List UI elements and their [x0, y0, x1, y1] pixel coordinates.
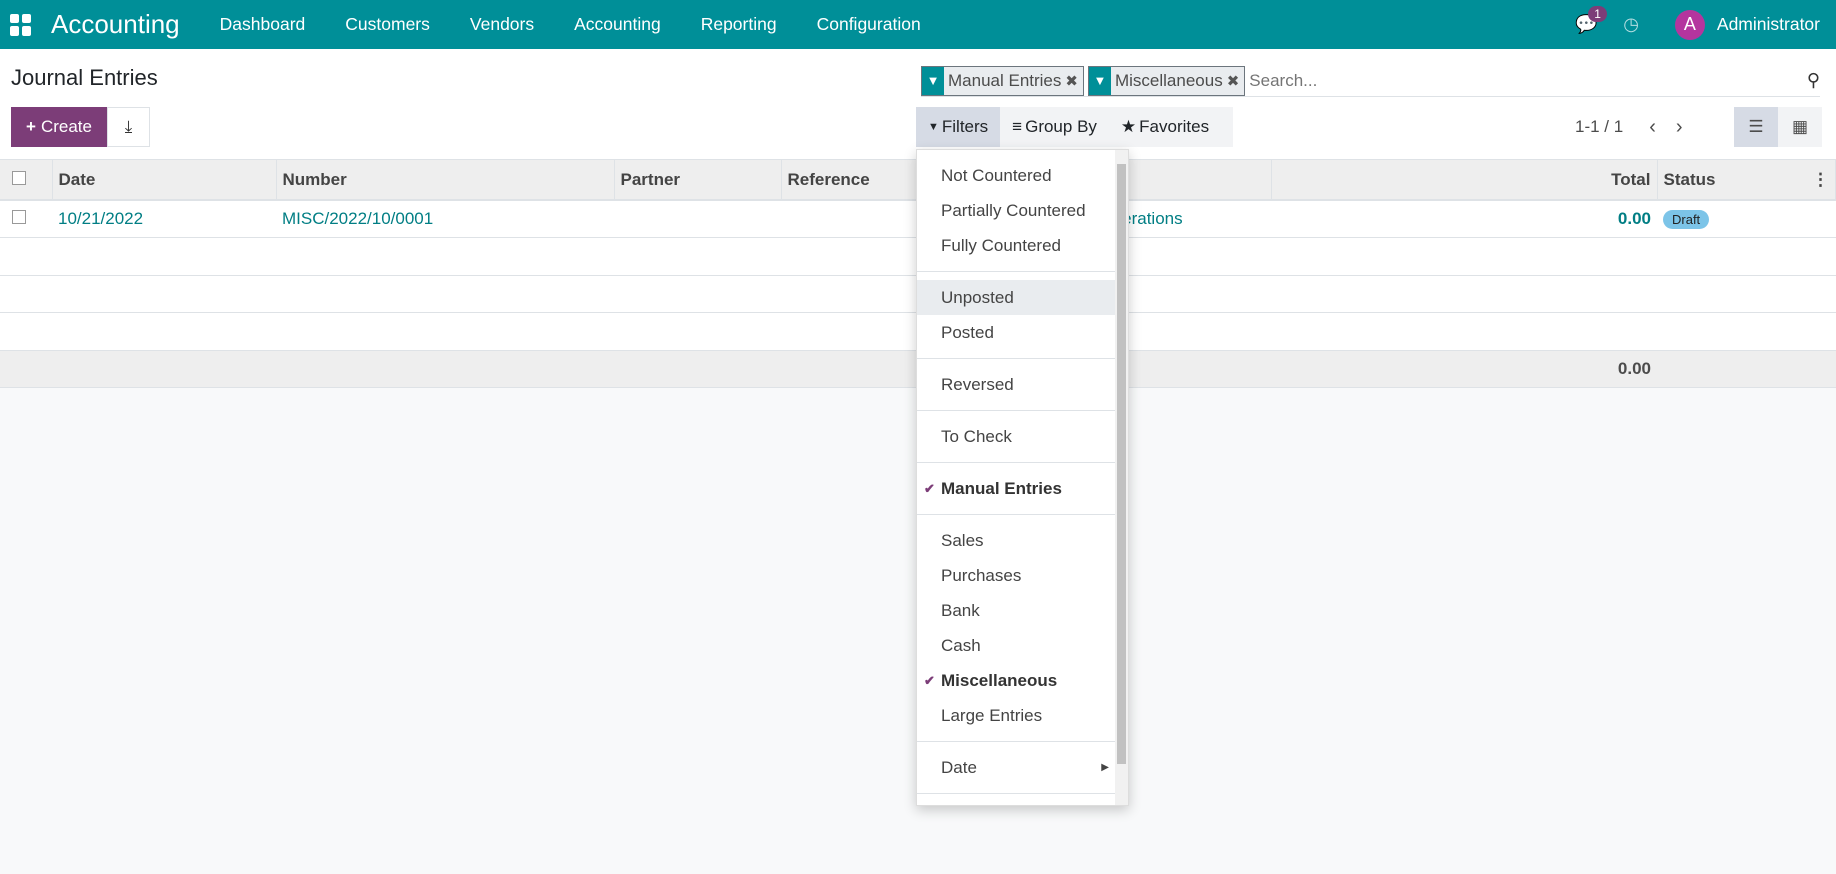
menu-dashboard[interactable]: Dashboard	[220, 14, 306, 35]
download-button[interactable]: ⤓	[107, 107, 150, 147]
create-button[interactable]: + Create	[11, 107, 107, 147]
filter-date[interactable]: Date ▶	[917, 750, 1117, 785]
search-input[interactable]	[1249, 70, 1807, 91]
menu-vendors[interactable]: Vendors	[470, 14, 534, 35]
kanban-view-button[interactable]: ▦	[1778, 107, 1822, 147]
avatar[interactable]: A	[1674, 9, 1705, 40]
facet-label: Miscellaneous	[1114, 70, 1223, 90]
filter-manual-entries[interactable]: ✔ Manual Entries	[917, 471, 1117, 506]
list-icon: ☰	[1748, 117, 1764, 136]
filter-posted[interactable]: Posted	[917, 315, 1117, 350]
facet-label: Manual Entries	[948, 70, 1062, 90]
menu-customers[interactable]: Customers	[345, 14, 430, 35]
filter-unposted[interactable]: Unposted	[917, 280, 1117, 315]
create-label: Create	[40, 117, 92, 136]
filter-cash[interactable]: Cash	[917, 628, 1117, 663]
filter-large-entries[interactable]: Large Entries	[917, 698, 1117, 733]
group-by-label: Group By	[1025, 117, 1097, 136]
messages-button[interactable]: 💬 1	[1575, 0, 1611, 49]
row-checkbox[interactable]	[12, 210, 26, 224]
filter-icon: ▼	[922, 66, 944, 95]
group-by-button[interactable]: ≡ Group By	[1000, 107, 1109, 147]
filter-to-check[interactable]: To Check	[917, 419, 1117, 454]
view-switcher: ☰ ▦	[1734, 107, 1822, 147]
list-view-button[interactable]: ☰	[1734, 107, 1778, 147]
clock-icon[interactable]: ◷	[1623, 14, 1639, 35]
search-options: ▼ Filters ≡ Group By ★ Favorites	[916, 107, 1233, 147]
apps-menu-icon[interactable]	[10, 13, 32, 36]
filter-reversed[interactable]: Reversed	[917, 367, 1117, 402]
filters-button[interactable]: ▼ Filters	[916, 107, 1001, 147]
search-icon[interactable]: ⚲	[1807, 70, 1820, 91]
filter-sales[interactable]: Sales	[917, 523, 1117, 558]
download-icon: ⤓	[124, 117, 133, 136]
facet-miscellaneous: ▼ Miscellaneous ✖	[1087, 65, 1246, 96]
row-number[interactable]: MISC/2022/10/0001	[276, 200, 614, 238]
control-panel: Journal Entries + Create ⤓ ▼ Manual Entrie…	[0, 49, 1836, 160]
options-icon[interactable]: ⋮	[1812, 170, 1829, 190]
filter-fully-countered[interactable]: Fully Countered	[917, 228, 1117, 263]
messages-badge: 1	[1588, 6, 1607, 22]
divider	[917, 271, 1117, 272]
menu-accounting[interactable]: Accounting	[574, 14, 661, 35]
row-total: 0.00	[1271, 200, 1657, 238]
filter-partially-countered[interactable]: Partially Countered	[917, 193, 1117, 228]
col-status[interactable]: Status ⋮	[1657, 160, 1836, 201]
col-number[interactable]: Number	[276, 160, 615, 201]
remove-facet-icon[interactable]: ✖	[1065, 72, 1083, 90]
divider	[917, 358, 1117, 359]
page-title: Journal Entries	[11, 65, 158, 90]
divider	[917, 514, 1117, 515]
top-navbar: Accounting Dashboard Customers Vendors A…	[0, 0, 1836, 49]
favorites-label: Favorites	[1139, 117, 1210, 136]
filter-not-countered[interactable]: Not Countered	[917, 158, 1117, 193]
search-bar: ▼Manual Entries✖ ▼Miscellaneous✖ ⚲	[921, 65, 1820, 97]
chevron-right-icon[interactable]: ›	[1676, 116, 1683, 139]
row-date[interactable]: 10/21/2022	[52, 200, 276, 238]
col-partner[interactable]: Partner	[614, 160, 782, 201]
caret-right-icon: ▶	[1101, 762, 1109, 773]
status-badge: Draft	[1663, 210, 1710, 229]
footer-total: 0.00	[1271, 350, 1657, 388]
filter-icon: ▼	[928, 121, 939, 133]
filter-bank[interactable]: Bank	[917, 593, 1117, 628]
facet-manual-entries: ▼ Manual Entries ✖	[921, 65, 1084, 96]
user-name[interactable]: Administrator	[1717, 14, 1820, 35]
chevron-left-icon[interactable]: ‹	[1649, 116, 1656, 139]
grid-icon: ▦	[1791, 117, 1809, 136]
check-icon: ✔	[924, 672, 935, 688]
menu-reporting[interactable]: Reporting	[701, 14, 777, 35]
pager-value[interactable]: 1-1 / 1	[1575, 117, 1623, 137]
star-icon: ★	[1120, 117, 1137, 136]
favorites-button[interactable]: ★ Favorites	[1109, 107, 1221, 147]
bars-icon: ≡	[1012, 117, 1023, 136]
col-date[interactable]: Date	[52, 160, 277, 201]
dropdown-scrollbar[interactable]	[1115, 150, 1128, 805]
col-total[interactable]: Total	[1271, 160, 1658, 201]
divider	[917, 462, 1117, 463]
filters-label: Filters	[941, 117, 989, 136]
filter-icon: ▼	[1088, 66, 1111, 95]
divider	[917, 410, 1117, 411]
pager: 1-1 / 1 ‹ ›	[1575, 107, 1683, 147]
filter-miscellaneous[interactable]: ✔ Miscellaneous	[917, 663, 1117, 698]
select-all-checkbox[interactable]	[0, 160, 53, 201]
app-brand[interactable]: Accounting	[51, 9, 180, 40]
divider	[917, 793, 1117, 794]
plus-icon: +	[26, 117, 36, 136]
filters-dropdown: Not Countered Partially Countered Fully …	[916, 149, 1129, 806]
menu-configuration[interactable]: Configuration	[817, 14, 921, 35]
remove-facet-icon[interactable]: ✖	[1227, 72, 1245, 90]
filter-purchases[interactable]: Purchases	[917, 558, 1117, 593]
check-icon: ✔	[924, 480, 935, 496]
divider	[917, 741, 1117, 742]
